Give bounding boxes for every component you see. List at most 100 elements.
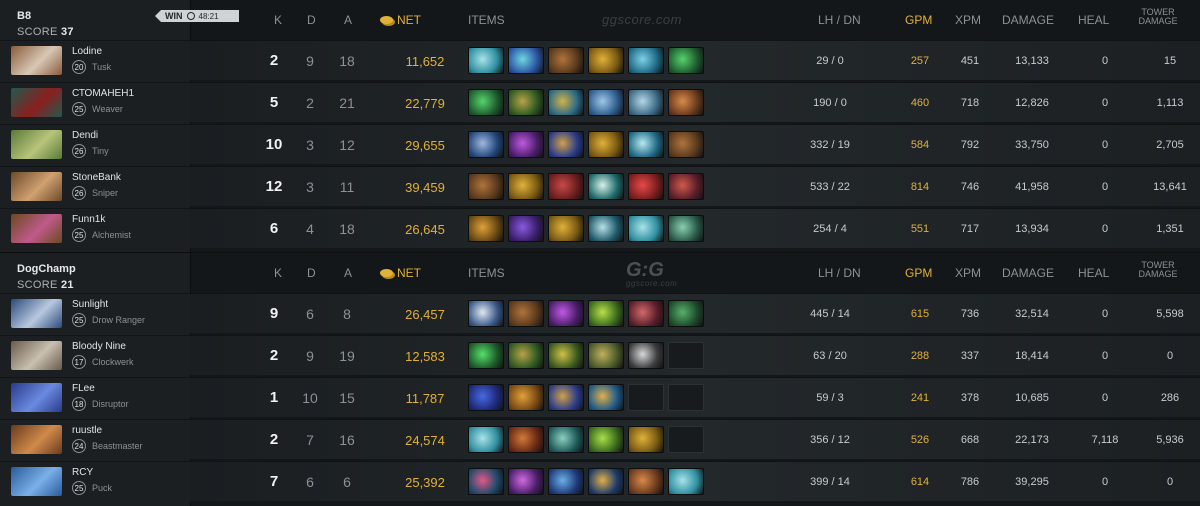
item-slot[interactable] [468,342,504,369]
player-card[interactable]: Bloody Nine 17 Clockwerk [0,335,190,375]
item-slot[interactable] [628,342,664,369]
item-slot[interactable] [588,215,624,242]
col-header-gpm[interactable]: GPM [905,266,932,280]
item-slot[interactable] [548,426,584,453]
col-header-d[interactable]: D [307,266,316,280]
item-slot[interactable] [628,89,664,116]
item-slot[interactable] [468,384,504,411]
item-slot[interactable] [588,342,624,369]
item-slot[interactable] [628,215,664,242]
item-slot[interactable] [588,426,624,453]
item-slot[interactable] [588,47,624,74]
col-header-net[interactable]: NET [380,13,421,27]
col-header-a[interactable]: A [344,266,352,280]
player-stats-row[interactable]: 2 9 19 12,583 63 / 20 288 337 18,414 0 0 [190,335,1200,375]
item-slot[interactable] [468,215,504,242]
col-header-net[interactable]: NET [380,266,421,280]
col-header-heal[interactable]: HEAL [1078,266,1109,280]
item-slot[interactable] [628,468,664,495]
item-slot[interactable] [668,131,704,158]
player-card[interactable]: ruustle 24 Beastmaster [0,419,190,459]
empty-item-slot[interactable] [668,342,704,369]
item-slot[interactable] [628,131,664,158]
item-slot[interactable] [508,47,544,74]
col-header-tower-damage[interactable]: TOWER DAMAGE [1135,261,1181,279]
item-slot[interactable] [548,131,584,158]
player-name[interactable]: Dendi [72,130,98,141]
player-card[interactable]: FLee 18 Disruptor [0,377,190,417]
player-stats-row[interactable]: 6 4 18 26,645 254 / 4 551 717 13,934 0 1,351 [190,208,1200,248]
player-name[interactable]: Bloody Nine [72,341,126,352]
item-slot[interactable] [628,300,664,327]
player-stats-row[interactable]: 2 7 16 24,574 356 / 12 526 668 22,173 7,118 5,936 [190,419,1200,459]
item-slot[interactable] [468,131,504,158]
item-slot[interactable] [548,300,584,327]
player-card[interactable]: Dendi 26 Tiny [0,124,190,164]
item-slot[interactable] [628,47,664,74]
item-slot[interactable] [668,173,704,200]
col-header-d[interactable]: D [307,13,316,27]
item-slot[interactable] [548,342,584,369]
item-slot[interactable] [508,173,544,200]
item-slot[interactable] [668,89,704,116]
item-slot[interactable] [468,468,504,495]
player-card[interactable]: Lodine 20 Tusk [0,40,190,80]
item-slot[interactable] [588,131,624,158]
item-slot[interactable] [508,384,544,411]
item-slot[interactable] [668,300,704,327]
item-slot[interactable] [628,426,664,453]
empty-item-slot[interactable] [628,384,664,411]
item-slot[interactable] [548,468,584,495]
item-slot[interactable] [468,173,504,200]
item-slot[interactable] [548,89,584,116]
item-slot[interactable] [508,131,544,158]
col-header-heal[interactable]: HEAL [1078,13,1109,27]
item-slot[interactable] [508,468,544,495]
item-slot[interactable] [508,89,544,116]
player-name[interactable]: Lodine [72,46,102,57]
item-slot[interactable] [588,89,624,116]
item-slot[interactable] [628,173,664,200]
col-header-k[interactable]: K [274,266,282,280]
col-header-lh-dn[interactable]: LH / DN [818,266,861,280]
player-name[interactable]: RCY [72,467,93,478]
player-name[interactable]: FLee [72,383,95,394]
player-card[interactable]: Sunlight 25 Drow Ranger [0,293,190,333]
item-slot[interactable] [468,426,504,453]
player-name[interactable]: ruustle [72,425,102,436]
player-name[interactable]: Funn1k [72,214,105,225]
col-header-a[interactable]: A [344,13,352,27]
player-stats-row[interactable]: 1 10 15 11,787 59 / 3 241 378 10,685 0 286 [190,377,1200,417]
item-slot[interactable] [668,47,704,74]
player-stats-row[interactable]: 10 3 12 29,655 332 / 19 584 792 33,750 0 2,705 [190,124,1200,164]
player-name[interactable]: Sunlight [72,299,108,310]
player-card[interactable]: StoneBank 26 Sniper [0,166,190,206]
col-header-tower-damage[interactable]: TOWER DAMAGE [1135,8,1181,26]
player-name[interactable]: StoneBank [72,172,121,183]
item-slot[interactable] [508,300,544,327]
item-slot[interactable] [508,426,544,453]
item-slot[interactable] [588,173,624,200]
item-slot[interactable] [508,342,544,369]
item-slot[interactable] [508,215,544,242]
item-slot[interactable] [548,384,584,411]
item-slot[interactable] [548,47,584,74]
col-header-xpm[interactable]: XPM [955,13,981,27]
player-card[interactable]: Funn1k 25 Alchemist [0,208,190,248]
col-header-k[interactable]: K [274,13,282,27]
item-slot[interactable] [588,384,624,411]
item-slot[interactable] [548,215,584,242]
player-name[interactable]: СТОМАНЕН1 [72,88,134,99]
player-stats-row[interactable]: 2 9 18 11,652 29 / 0 257 451 13,133 0 15 [190,40,1200,80]
empty-item-slot[interactable] [668,426,704,453]
empty-item-slot[interactable] [668,384,704,411]
col-header-items[interactable]: ITEMS [468,13,505,27]
player-card[interactable]: СТОМАНЕН1 25 Weaver [0,82,190,122]
item-slot[interactable] [588,468,624,495]
item-slot[interactable] [668,215,704,242]
player-stats-row[interactable]: 9 6 8 26,457 445 / 14 615 736 32,514 0 5,598 [190,293,1200,333]
item-slot[interactable] [548,173,584,200]
player-card[interactable]: RCY 25 Puck [0,461,190,501]
col-header-lh-dn[interactable]: LH / DN [818,13,861,27]
player-stats-row[interactable]: 7 6 6 25,392 399 / 14 614 786 39,295 0 0 [190,461,1200,501]
